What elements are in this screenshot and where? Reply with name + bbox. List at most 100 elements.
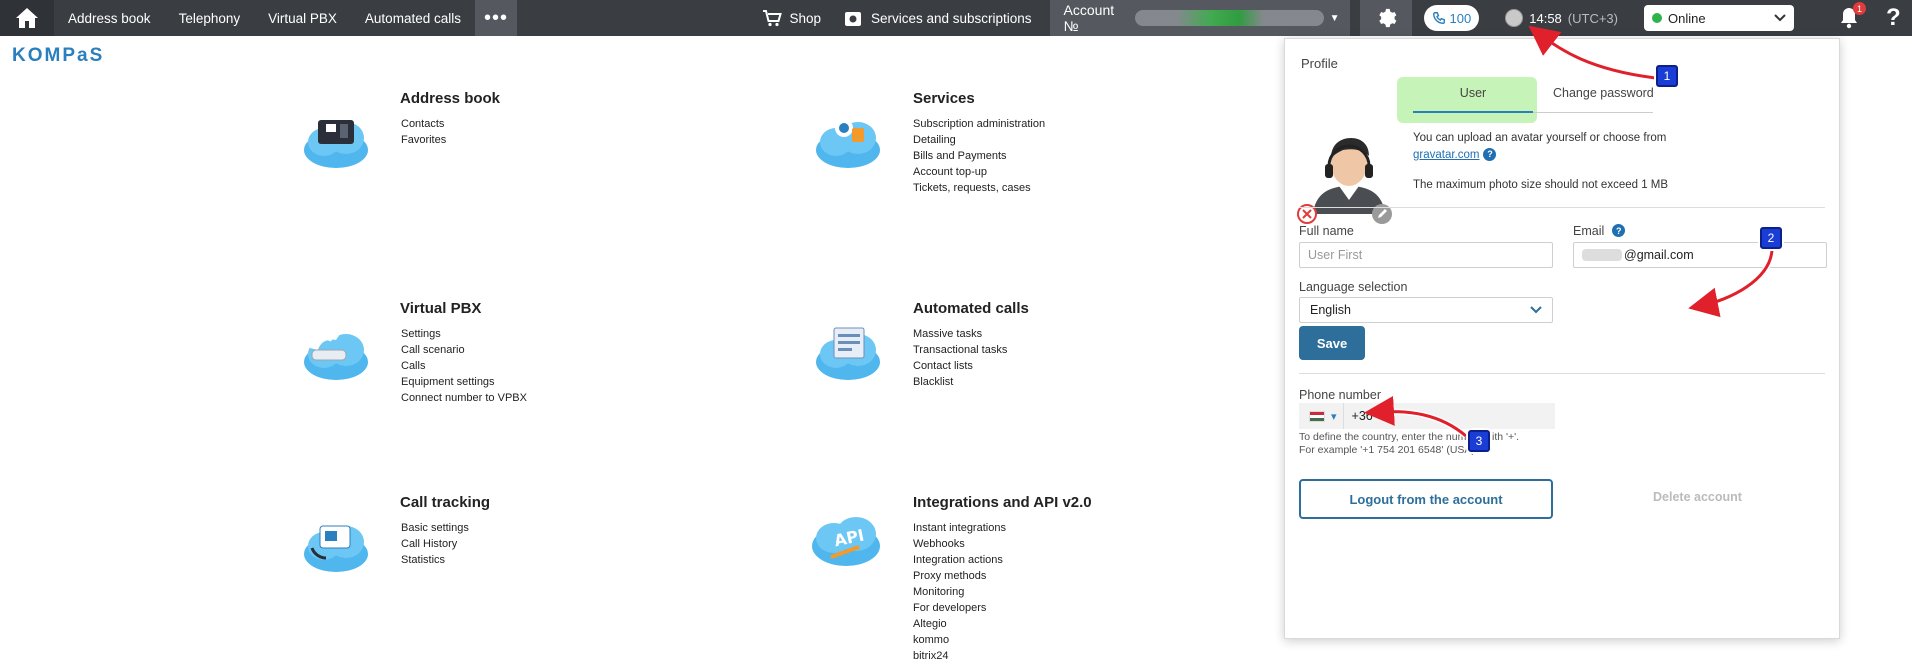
email-help-icon[interactable]: ? — [1612, 224, 1626, 237]
hungary-flag-icon[interactable] — [1309, 410, 1325, 422]
nav-automated-calls[interactable]: Automated calls — [351, 0, 475, 36]
annotation-badge-3: 3 — [1468, 430, 1490, 452]
nav-telephony[interactable]: Telephony — [165, 0, 255, 36]
link-account-top-up[interactable]: Account top-up — [913, 164, 1045, 180]
services-icon — [844, 12, 861, 26]
settings-button[interactable] — [1359, 0, 1412, 36]
link-bills-and-payments[interactable]: Bills and Payments — [913, 148, 1045, 164]
link-subscription-administration[interactable]: Subscription administration — [913, 116, 1045, 132]
services-links: Subscription administration Detailing Bi… — [913, 116, 1045, 196]
link-tickets[interactable]: Tickets, requests, cases — [913, 180, 1045, 196]
integrations-tile-icon[interactable]: API — [808, 506, 880, 576]
tab-change-password[interactable]: Change password — [1553, 86, 1654, 100]
presence-status-value: Online — [1668, 10, 1706, 26]
tab-divider — [1533, 112, 1653, 113]
cart-icon — [763, 10, 783, 27]
link-contact-lists[interactable]: Contact lists — [913, 358, 1007, 374]
tab-user-underline — [1413, 111, 1533, 113]
gravatar-help-icon[interactable]: ? — [1483, 148, 1497, 162]
virtual-pbx-tile-icon[interactable] — [300, 318, 372, 388]
delete-account-button[interactable]: Delete account — [1653, 490, 1742, 504]
services-title[interactable]: Services — [913, 90, 975, 107]
link-detailing[interactable]: Detailing — [913, 132, 1045, 148]
help-button[interactable]: ? — [1886, 4, 1912, 32]
call-tracking-title[interactable]: Call tracking — [400, 494, 490, 511]
link-for-developers[interactable]: For developers — [913, 600, 1006, 616]
home-button[interactable] — [0, 0, 54, 36]
nav-virtual-pbx[interactable]: Virtual PBX — [254, 0, 351, 36]
kompas-logo: KOMPaS — [12, 45, 105, 66]
integrations-links: Instant integrations Webhooks Integratio… — [913, 520, 1006, 664]
automated-calls-title[interactable]: Automated calls — [913, 300, 1029, 317]
presence-status-select[interactable]: Online — [1644, 5, 1794, 31]
nav-address-book[interactable]: Address book — [54, 0, 165, 36]
language-value: English — [1310, 303, 1351, 317]
phone-input[interactable]: ▾ +36 — [1299, 403, 1555, 429]
language-select[interactable]: English — [1299, 297, 1553, 323]
link-proxy-methods[interactable]: Proxy methods — [913, 568, 1006, 584]
top-bar: Address book Telephony Virtual PBX Autom… — [0, 0, 1912, 36]
services-link[interactable]: Services and subscriptions — [835, 0, 1050, 36]
shop-link[interactable]: Shop — [748, 0, 835, 36]
link-equipment-settings[interactable]: Equipment settings — [401, 374, 527, 390]
chevron-down-icon: ▼ — [1329, 12, 1340, 24]
link-statistics[interactable]: Statistics — [401, 552, 469, 568]
link-call-history[interactable]: Call History — [401, 536, 469, 552]
link-instant-integrations[interactable]: Instant integrations — [913, 520, 1006, 536]
calls-count: 100 — [1449, 10, 1472, 26]
language-label: Language selection — [1299, 280, 1408, 294]
notifications-button[interactable]: 1 — [1836, 0, 1866, 36]
full-name-label: Full name — [1299, 224, 1354, 238]
gear-icon — [1378, 8, 1396, 28]
more-menu-button[interactable]: ••• — [474, 0, 517, 36]
gravatar-link[interactable]: gravatar.com — [1413, 149, 1479, 161]
full-name-input[interactable]: User First — [1299, 242, 1553, 268]
virtual-pbx-title[interactable]: Virtual PBX — [400, 300, 481, 317]
link-kommo[interactable]: kommo — [913, 632, 1006, 648]
address-book-title[interactable]: Address book — [400, 90, 500, 107]
tab-user[interactable]: User — [1413, 86, 1533, 100]
divider — [1299, 373, 1825, 374]
user-profile-button[interactable]: 14:58 (UTC+3) — [1505, 9, 1618, 27]
email-input[interactable]: @gmail.com — [1573, 242, 1827, 268]
link-transactional-tasks[interactable]: Transactional tasks — [913, 342, 1007, 358]
address-book-tile-icon[interactable] — [300, 106, 372, 176]
save-button[interactable]: Save — [1299, 326, 1365, 360]
chevron-down-icon — [1530, 306, 1542, 314]
address-book-links: Contacts Favorites — [401, 116, 446, 148]
link-calls[interactable]: Calls — [401, 358, 527, 374]
call-tracking-links: Basic settings Call History Statistics — [401, 520, 469, 568]
link-connect-number-to-vpbx[interactable]: Connect number to VPBX — [401, 390, 527, 406]
link-favorites[interactable]: Favorites — [401, 132, 446, 148]
link-call-scenario[interactable]: Call scenario — [401, 342, 527, 358]
services-tile-icon[interactable] — [812, 106, 884, 176]
account-number-redacted — [1135, 10, 1324, 26]
link-integration-actions[interactable]: Integration actions — [913, 552, 1006, 568]
shop-label: Shop — [789, 10, 821, 26]
link-altegio[interactable]: Altegio — [913, 616, 1006, 632]
user-avatar-icon — [1505, 9, 1524, 27]
integrations-title[interactable]: Integrations and API v2.0 — [913, 494, 1092, 511]
annotation-badge-1: 1 — [1656, 65, 1678, 87]
logout-button[interactable]: Logout from the account — [1299, 479, 1553, 519]
link-monitoring[interactable]: Monitoring — [913, 584, 1006, 600]
active-calls-counter[interactable]: 100 — [1423, 5, 1480, 31]
chevron-down-icon — [1774, 14, 1786, 22]
email-label: Email? — [1573, 224, 1626, 238]
app-root: Address book Telephony Virtual PBX Autom… — [0, 0, 1912, 665]
link-settings[interactable]: Settings — [401, 326, 527, 342]
phone-label: Phone number — [1299, 388, 1382, 402]
automated-calls-tile-icon[interactable] — [812, 318, 884, 388]
tab-user-highlight — [1397, 77, 1537, 123]
email-local-redacted — [1582, 249, 1622, 261]
link-blacklist[interactable]: Blacklist — [913, 374, 1007, 390]
chevron-down-icon[interactable]: ▾ — [1331, 410, 1337, 423]
account-selector[interactable]: Account № ▼ — [1049, 0, 1350, 36]
call-tracking-tile-icon[interactable] — [300, 510, 372, 580]
link-contacts[interactable]: Contacts — [401, 116, 446, 132]
link-webhooks[interactable]: Webhooks — [913, 536, 1006, 552]
link-basic-settings[interactable]: Basic settings — [401, 520, 469, 536]
automated-calls-links: Massive tasks Transactional tasks Contac… — [913, 326, 1007, 390]
link-bitrix24[interactable]: bitrix24 — [913, 648, 1006, 664]
link-massive-tasks[interactable]: Massive tasks — [913, 326, 1007, 342]
